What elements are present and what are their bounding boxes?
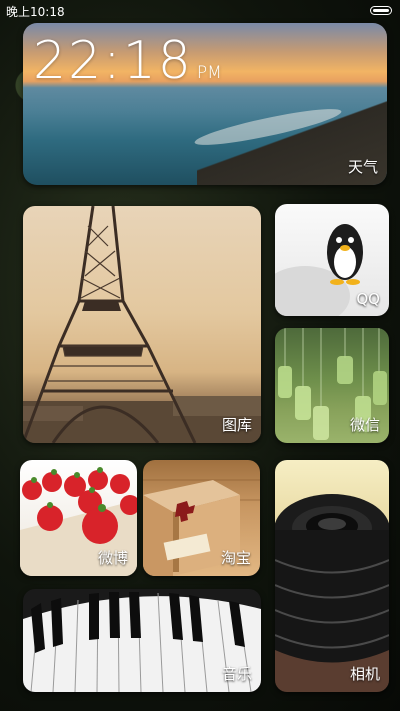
clock-ampm: PM <box>196 63 222 83</box>
camera-lens-image <box>275 494 389 692</box>
weibo-tile[interactable]: 微博 <box>20 460 137 576</box>
gallery-label: 图库 <box>221 416 252 434</box>
status-time: 晚上10:18 <box>6 5 65 19</box>
clock-display: 22:18 PM <box>33 33 222 101</box>
qq-label: QQ <box>356 290 380 308</box>
taobao-label: 淘宝 <box>220 549 251 567</box>
status-bar: 晚上10:18 <box>0 0 400 22</box>
weather-label: 天气 <box>347 158 378 176</box>
camera-tile[interactable]: 相机 <box>275 460 389 692</box>
qq-tile[interactable]: QQ <box>275 204 389 316</box>
weather-tile[interactable]: 22:18 PM 天气 <box>23 23 387 185</box>
battery-icon <box>370 6 392 15</box>
music-label: 音乐 <box>221 665 252 683</box>
wechat-label: 微信 <box>349 416 380 434</box>
camera-label: 相机 <box>349 665 380 683</box>
gallery-tile[interactable]: 图库 <box>23 206 261 443</box>
clock-time: 22:18 <box>33 31 193 91</box>
weibo-label: 微博 <box>97 549 128 567</box>
music-tile[interactable]: 音乐 <box>23 589 261 692</box>
eiffel-tower-image <box>23 206 261 443</box>
wechat-tile[interactable]: 微信 <box>275 328 389 443</box>
taobao-tile[interactable]: 淘宝 <box>143 460 260 576</box>
